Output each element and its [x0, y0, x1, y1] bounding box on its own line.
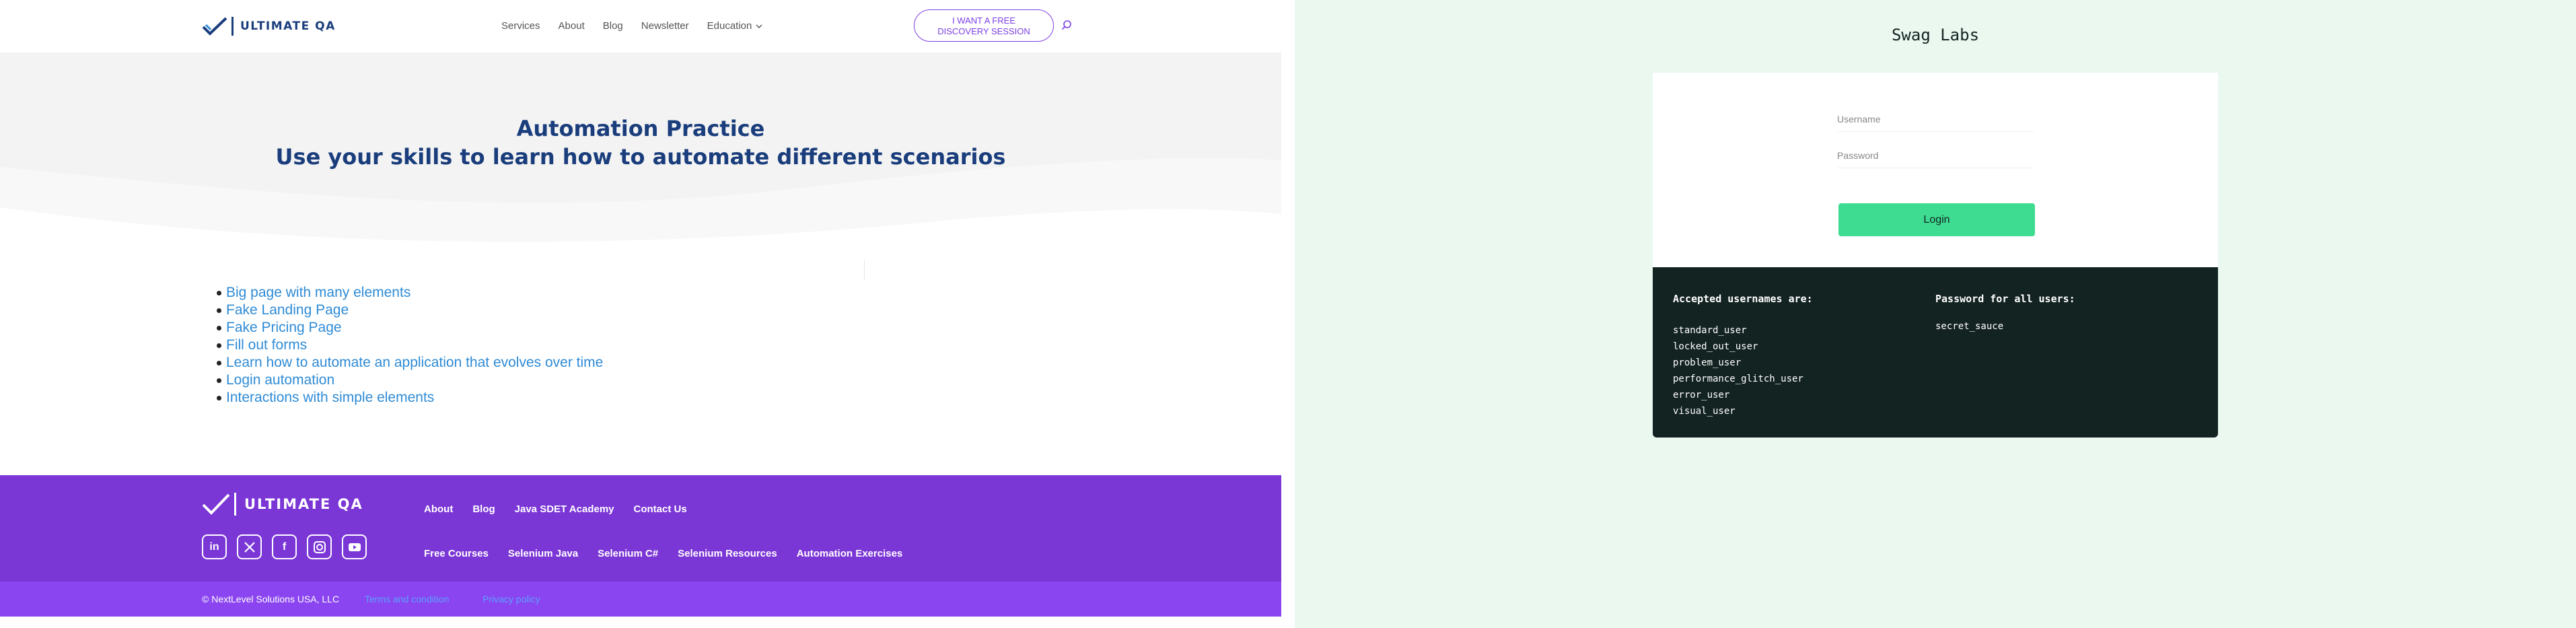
site-header: ULTIMATE QA Services About Blog Newslett…	[0, 0, 1281, 53]
app-title: Swag Labs	[1891, 26, 1980, 44]
page-subtitle: Use your skills to learn how to automate…	[275, 144, 1006, 170]
x-icon[interactable]	[237, 534, 262, 559]
link-fake-landing[interactable]: Fake Landing Page	[216, 302, 603, 319]
youtube-icon[interactable]	[342, 534, 367, 559]
nav-education[interactable]: Education	[707, 20, 763, 32]
username-item: locked_out_user	[1673, 341, 1758, 352]
username-item: problem_user	[1673, 357, 1742, 368]
x-glyph-icon	[244, 541, 255, 553]
usernames-list: standard_user locked_out_user problem_us…	[1673, 322, 1803, 419]
nav-newsletter[interactable]: Newsletter	[641, 20, 689, 32]
search-icon[interactable]	[1061, 20, 1072, 30]
main-nav: Services About Blog Newsletter Education	[501, 20, 781, 32]
username-item: standard_user	[1673, 325, 1747, 336]
footer-links-row2: Free Courses Selenium Java Selenium C# S…	[424, 548, 922, 559]
swaglabs-page: Swag Labs Username Password Login Accept…	[1295, 0, 2576, 628]
terms-link[interactable]: Terms and condition	[365, 594, 449, 604]
site-footer: ULTIMATE QA About Blog Java SDET Academy…	[0, 475, 1281, 582]
username-item: visual_user	[1673, 406, 1736, 417]
credentials-panel: Accepted usernames are: standard_user lo…	[1653, 267, 2218, 438]
link-evolving-app[interactable]: Learn how to automate an application tha…	[216, 354, 603, 372]
chevron-down-icon	[756, 24, 762, 28]
footer-link-selenium-csharp[interactable]: Selenium C#	[598, 548, 658, 559]
footer-logo-wordmark: ULTIMATE QA	[244, 496, 363, 512]
footer-link-free-courses[interactable]: Free Courses	[424, 548, 489, 559]
footer-link-sdet[interactable]: Java SDET Academy	[515, 503, 614, 515]
footer-link-contact[interactable]: Contact Us	[634, 503, 687, 515]
link-simple-elements[interactable]: Interactions with simple elements	[216, 389, 603, 407]
discovery-session-button[interactable]: I WANT A FREE DISCOVERY SESSION	[914, 9, 1054, 42]
shared-password: secret_sauce	[1935, 321, 2004, 332]
username-input[interactable]: Username	[1837, 106, 2034, 132]
username-item: performance_glitch_user	[1673, 374, 1803, 384]
nav-about[interactable]: About	[559, 20, 585, 32]
accepted-usernames-heading: Accepted usernames are:	[1673, 293, 1813, 305]
instagram-glyph-icon	[313, 540, 326, 553]
page-title: Automation Practice	[516, 116, 765, 141]
footer-link-blog[interactable]: Blog	[472, 503, 495, 515]
link-fake-pricing[interactable]: Fake Pricing Page	[216, 319, 603, 337]
sub-footer: © NextLevel Solutions USA, LLC Terms and…	[0, 582, 1281, 617]
nav-blog[interactable]: Blog	[603, 20, 623, 32]
password-input[interactable]: Password	[1837, 143, 2034, 168]
login-card: Username Password	[1653, 73, 2218, 267]
copyright-text: © NextLevel Solutions USA, LLC	[202, 594, 340, 604]
link-login-automation[interactable]: Login automation	[216, 372, 603, 389]
linkedin-icon[interactable]: in	[202, 534, 227, 559]
login-button[interactable]: Login	[1838, 203, 2035, 236]
nav-services[interactable]: Services	[501, 20, 540, 32]
cta-line1: I WANT A FREE	[952, 15, 1015, 26]
ultimateqa-page: ULTIMATE QA Services About Blog Newslett…	[0, 0, 1281, 628]
checkmark-logo-icon	[202, 493, 230, 515]
youtube-glyph-icon	[348, 543, 361, 551]
footer-logo[interactable]: ULTIMATE QA	[202, 493, 363, 516]
footer-link-selenium-java[interactable]: Selenium Java	[508, 548, 578, 559]
footer-link-selenium-resources[interactable]: Selenium Resources	[678, 548, 777, 559]
logo-divider	[231, 17, 234, 36]
pane-gap	[1281, 0, 1295, 628]
content-divider	[864, 260, 865, 280]
nav-education-label: Education	[707, 20, 752, 32]
instagram-icon[interactable]	[307, 534, 332, 559]
footer-link-about[interactable]: About	[424, 503, 453, 515]
social-links: in f	[202, 534, 367, 559]
site-logo[interactable]: ULTIMATE QA	[202, 16, 336, 36]
link-big-page[interactable]: Big page with many elements	[216, 284, 603, 302]
footer-link-automation-exercises[interactable]: Automation Exercises	[797, 548, 903, 559]
link-fill-forms[interactable]: Fill out forms	[216, 337, 603, 354]
footer-links-row1: About Blog Java SDET Academy Contact Us	[424, 503, 707, 515]
footer-logo-divider	[234, 493, 236, 516]
username-item: error_user	[1673, 390, 1730, 400]
password-heading: Password for all users:	[1935, 293, 2075, 305]
privacy-link[interactable]: Privacy policy	[482, 594, 540, 604]
practice-links-list: Big page with many elements Fake Landing…	[216, 284, 603, 407]
checkmark-logo-icon	[202, 17, 227, 36]
logo-wordmark: ULTIMATE QA	[240, 20, 336, 33]
hero-section: Automation Practice Use your skills to l…	[0, 53, 1281, 260]
cta-line2: DISCOVERY SESSION	[937, 26, 1030, 36]
facebook-icon[interactable]: f	[272, 534, 297, 559]
